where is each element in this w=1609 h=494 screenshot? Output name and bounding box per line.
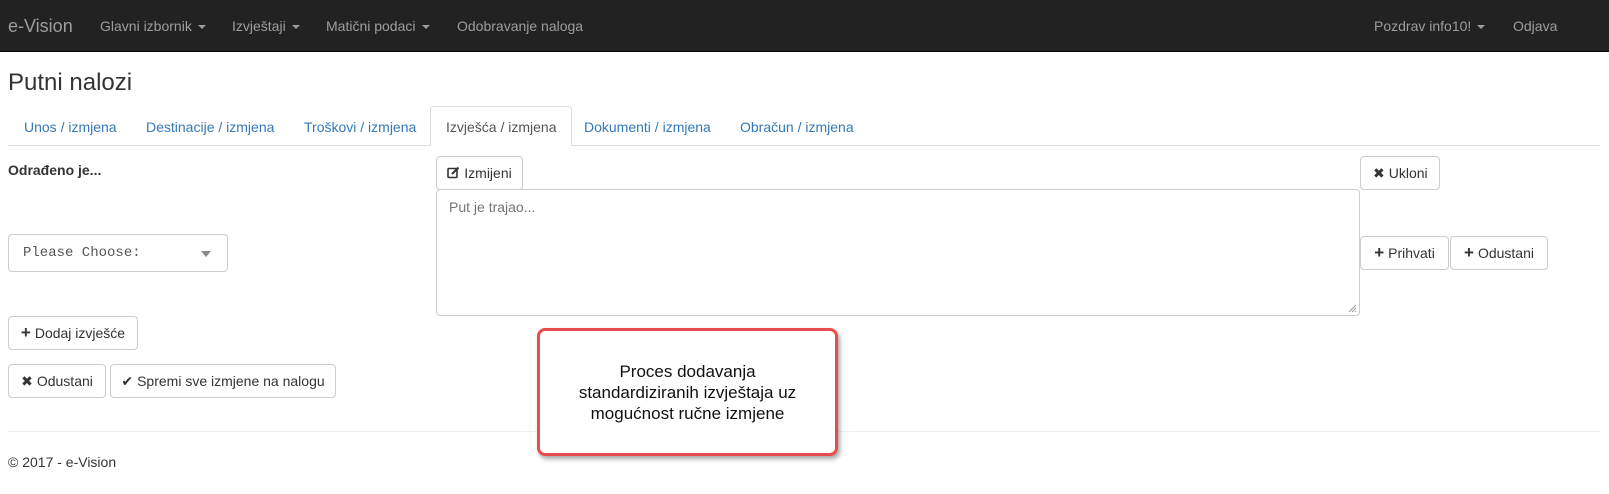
select-value: Please Choose:: [23, 245, 141, 261]
edit-button[interactable]: Izmijeni: [436, 156, 523, 190]
resize-handle-icon[interactable]: [1347, 303, 1357, 313]
close-icon: ✖: [1373, 165, 1385, 181]
add-report-button-label: Dodaj izvješće: [34, 325, 126, 341]
edit-button-label: Izmijeni: [464, 165, 512, 181]
tab-obracun[interactable]: Obračun / izmjena: [724, 106, 870, 146]
callout-text: Proces dodavanja standardiziranih izvješ…: [578, 361, 797, 423]
plus-icon: +: [1464, 243, 1474, 262]
menu-maticni-podaci[interactable]: Matični podaci: [326, 0, 430, 52]
checkmark-icon: ✔: [121, 373, 134, 389]
logout-link[interactable]: Odjava: [1513, 0, 1557, 52]
menu-label: Glavni izbornik: [100, 18, 192, 34]
tab-izvjesca[interactable]: Izvješća / izmjena: [430, 106, 573, 146]
caret-down-icon: [421, 25, 430, 30]
edit-icon: [447, 157, 460, 189]
tab-destinacije[interactable]: Destinacije / izmjena: [130, 106, 290, 146]
close-icon: ✖: [21, 373, 33, 389]
menu-label: Matični podaci: [326, 18, 416, 34]
brand-link[interactable]: e-Vision: [8, 0, 73, 52]
dropdown-arrow-icon: [201, 251, 211, 257]
accept-button[interactable]: + Prihvati: [1360, 236, 1449, 270]
user-greeting-menu[interactable]: Pozdrav info10!: [1374, 0, 1486, 52]
greeting-label: Pozdrav info10!: [1374, 18, 1472, 34]
report-template-select[interactable]: Please Choose:: [8, 234, 228, 272]
cancel-small-button-label: Odustani: [1477, 245, 1534, 261]
callout-box: Proces dodavanja standardiziranih izvješ…: [537, 328, 838, 456]
menu-odobravanje-naloga[interactable]: Odobravanje naloga: [457, 0, 583, 52]
caret-down-icon: [291, 25, 300, 30]
footer-copyright: © 2017 - e-Vision: [8, 454, 117, 470]
add-report-button[interactable]: + Dodaj izvješće: [8, 316, 138, 350]
top-navbar: e-Vision Glavni izbornik Izvještaji Mati…: [0, 0, 1609, 52]
accept-button-label: Prihvati: [1388, 245, 1435, 261]
save-all-button-label: Spremi sve izmjene na nalogu: [137, 373, 325, 389]
cancel-button-label: Odustani: [36, 373, 93, 389]
remove-button[interactable]: ✖ Ukloni: [1360, 156, 1440, 190]
menu-izvjestaji[interactable]: Izvještaji: [232, 0, 300, 52]
menu-glavni-izbornik[interactable]: Glavni izbornik: [100, 0, 206, 52]
caret-down-icon: [1477, 25, 1486, 30]
remove-button-label: Ukloni: [1388, 165, 1428, 181]
field-label: Odrađeno je...: [8, 162, 102, 178]
cancel-small-button[interactable]: + Odustani: [1450, 236, 1548, 270]
tab-troskovi[interactable]: Troškovi / izmjena: [288, 106, 432, 146]
page-title: Putni nalozi: [8, 69, 133, 96]
plus-icon: +: [20, 323, 31, 342]
menu-label: Izvještaji: [232, 18, 286, 34]
cancel-button[interactable]: ✖ Odustani: [8, 364, 106, 398]
report-textarea[interactable]: [436, 189, 1360, 316]
tab-dokumenti[interactable]: Dokumenti / izmjena: [568, 106, 727, 146]
caret-down-icon: [197, 25, 206, 30]
tab-unos[interactable]: Unos / izmjena: [8, 106, 133, 146]
plus-icon: +: [1374, 243, 1385, 262]
save-all-button[interactable]: ✔ Spremi sve izmjene na nalogu: [110, 364, 336, 398]
